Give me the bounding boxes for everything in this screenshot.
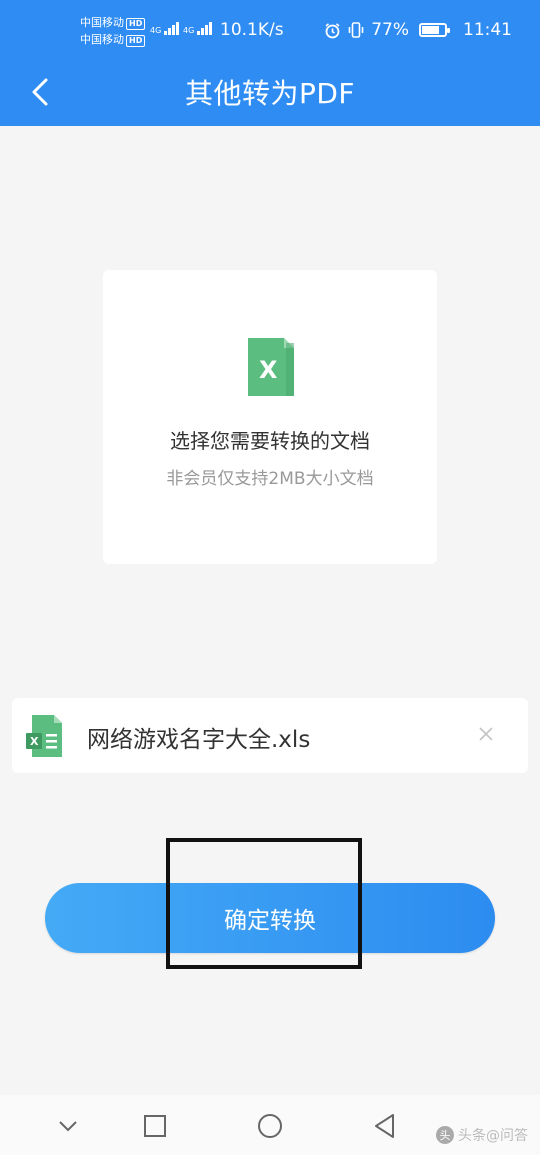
card-subtitle: 非会员仅支持2MB大小文档 <box>166 469 374 489</box>
carrier-2: 中国移动 <box>80 33 124 46</box>
battery-icon <box>419 23 450 37</box>
back-nav-button[interactable] <box>370 1111 400 1141</box>
highlight-box <box>166 838 362 969</box>
nav-bar: 其他转为PDF <box>0 62 540 126</box>
home-button[interactable] <box>255 1111 285 1141</box>
excel-letter: X <box>259 356 278 384</box>
alarm-icon <box>325 22 340 38</box>
chevron-down-icon <box>59 1121 77 1132</box>
app-header: 中国移动HD 中国移动HD 4G 4G 10.1K/s 77% 11:41 <box>0 0 540 126</box>
hide-nav-button[interactable] <box>53 1111 83 1141</box>
watermark-logo: 头 <box>436 1126 454 1144</box>
excel-file-icon: X <box>248 338 294 400</box>
vibrate-icon <box>348 22 364 38</box>
carrier-1: 中国移动 <box>80 16 124 29</box>
signal-bars-icon <box>196 22 213 36</box>
status-bar: 中国移动 HD 中国移动 HD 4G 4G 10.1K/s 77% 11:41 <box>0 0 540 62</box>
excel-letter: X <box>30 735 39 748</box>
select-document-card[interactable]: X 选择您需要转换的文档 非会员仅支持2MB大小文档 <box>103 270 437 564</box>
excel-file-icon: X <box>26 715 62 761</box>
file-name: 网络游戏名字大全.xls <box>87 727 311 753</box>
battery-percent: 77% <box>371 20 409 40</box>
clock: 11:41 <box>463 20 512 40</box>
status-right: 77% 11:41 <box>324 20 512 40</box>
hd-badge: HD <box>126 35 146 47</box>
signal-bars-icon <box>163 22 180 36</box>
card-title: 选择您需要转换的文档 <box>170 429 370 453</box>
selected-file-row: X 网络游戏名字大全.xls <box>12 698 528 773</box>
hd-badge: HD <box>126 18 146 30</box>
circle-icon <box>258 1114 282 1138</box>
remove-file-button[interactable] <box>474 722 498 746</box>
network-type-2: 4G <box>183 26 195 35</box>
triangle-back-icon <box>375 1114 394 1138</box>
net-speed: 10.1K/s <box>220 20 284 40</box>
close-icon <box>479 727 493 741</box>
watermark-text: 头条@问答 <box>458 1128 528 1144</box>
network-type-1: 4G <box>150 26 162 35</box>
recents-button[interactable] <box>140 1111 170 1141</box>
signal-1: 4G <box>150 22 180 36</box>
system-nav-bar: 头 头条@问答 <box>0 1095 540 1155</box>
carrier-info: 中国移动 HD 中国移动 HD <box>80 14 146 48</box>
signal-2: 4G <box>183 22 213 36</box>
page-title: 其他转为PDF <box>184 77 356 110</box>
watermark: 头 头条@问答 <box>436 1125 528 1145</box>
square-icon <box>144 1115 166 1137</box>
